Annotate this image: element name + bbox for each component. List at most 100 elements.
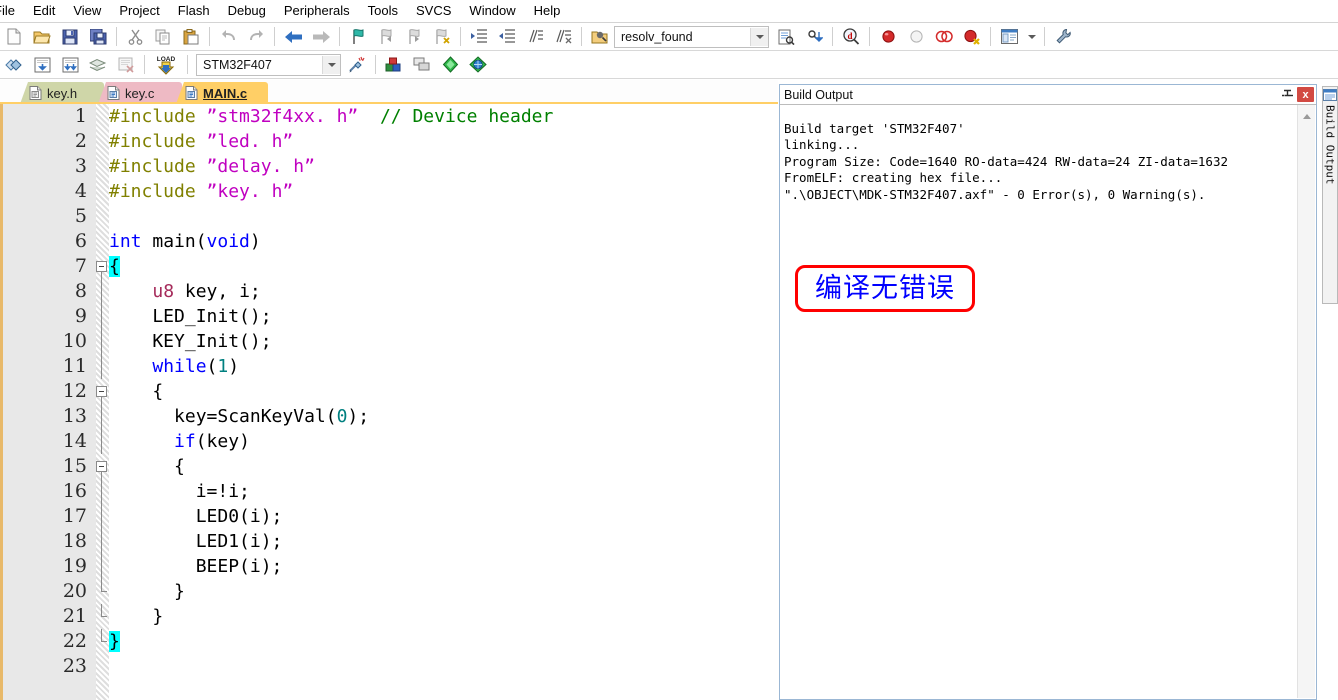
breakpoints-kill-all-icon[interactable] [959,24,985,49]
paste-icon[interactable] [178,24,204,49]
code-line[interactable]: 11 while(1) [3,354,781,379]
code-line[interactable]: 8 u8 key, i; [3,279,781,304]
editor-tab-strip: key.h key.c MAIN.c [0,80,778,104]
new-file-icon[interactable] [1,24,27,49]
code-line[interactable]: 13 key=ScanKeyVal(0); [3,404,781,429]
comment-icon[interactable] [522,24,548,49]
cut-icon[interactable] [122,24,148,49]
fold-collapse-icon[interactable] [96,386,107,397]
menu-item-window[interactable]: Window [460,1,524,21]
code-line[interactable]: 22} [3,629,781,654]
bookmark-prev-icon[interactable] [373,24,399,49]
code-line[interactable]: 18 LED1(i); [3,529,781,554]
menu-item-flash[interactable]: Flash [169,1,219,21]
window-layout-icon[interactable] [996,24,1022,49]
code-line[interactable]: 21 } [3,604,781,629]
navigate-forward-icon[interactable] [308,24,334,49]
indent-icon[interactable] [466,24,492,49]
code-editor[interactable]: 1 #include ”stm32f4xx. h” // Device heade… [0,104,781,700]
translate-icon[interactable] [1,52,27,77]
menu-item-peripherals[interactable]: Peripherals [275,1,359,21]
chevron-down-icon[interactable] [750,27,768,46]
code-line[interactable]: 1 #include ”stm32f4xx. h” // Device heade… [3,104,781,129]
code-line[interactable]: 15 { [3,454,781,479]
breakpoints-disable-all-icon[interactable] [931,24,957,49]
browse-symbols-icon[interactable]: d [838,24,864,49]
fold-collapse-icon[interactable] [96,461,107,472]
code-line[interactable]: 4 #include ”key. h” [3,179,781,204]
undo-icon[interactable] [215,24,241,49]
insert-jump-icon[interactable] [801,24,827,49]
manage-project-items-icon[interactable] [381,52,407,77]
scroll-up-icon[interactable] [1298,109,1315,123]
breakpoint-icon[interactable] [875,24,901,49]
stop-build-icon[interactable] [113,52,139,77]
save-all-icon[interactable] [85,24,111,49]
bookmark-next-icon[interactable] [401,24,427,49]
menu-item-edit[interactable]: Edit [24,1,64,21]
code-line[interactable]: 20 } [3,579,781,604]
rebuild-icon[interactable] [57,52,83,77]
save-icon[interactable] [57,24,83,49]
code-text: } [109,629,120,654]
menu-item-help[interactable]: Help [525,1,570,21]
run-time-env-icon[interactable] [465,52,491,77]
download-icon[interactable]: LOAD [150,52,182,77]
editor-tab-main-c[interactable]: MAIN.c [176,82,268,104]
code-line[interactable]: 12 { [3,379,781,404]
configure-tools-icon[interactable] [1050,24,1076,49]
multi-project-icon[interactable] [409,52,435,77]
code-line[interactable]: 5 [3,204,781,229]
code-line[interactable]: 16 i=!i; [3,479,781,504]
find-in-files-icon[interactable] [590,28,610,46]
line-number: 18 [62,530,87,552]
target-combo[interactable]: STM32F407 [196,53,341,76]
target-options-icon[interactable] [344,52,370,77]
build-icon[interactable] [29,52,55,77]
menu-item-project[interactable]: Project [110,1,168,21]
redo-icon[interactable] [243,24,269,49]
navigate-back-icon[interactable] [280,24,306,49]
menu-item-file[interactable]: File [0,1,24,21]
find-input[interactable]: resolv_found [615,28,699,46]
code-line[interactable]: 23 [3,654,781,679]
target-value[interactable]: STM32F407 [197,56,278,74]
code-line[interactable]: 9 LED_Init(); [3,304,781,329]
pack-installer-icon[interactable] [437,52,463,77]
fold-collapse-icon[interactable] [96,261,107,272]
bookmark-toggle-icon[interactable] [345,24,371,49]
right-dock-build-output-tab[interactable]: Build Output [1322,86,1338,304]
pin-icon[interactable] [1279,87,1295,102]
code-line[interactable]: 2 #include ”led. h” [3,129,781,154]
editor-tab-key-c[interactable]: key.c [98,82,182,104]
build-output-scrollbar[interactable] [1297,105,1315,698]
window-layout-dropdown-icon[interactable] [1024,24,1039,49]
uncomment-icon[interactable] [550,24,576,49]
menu-item-view[interactable]: View [64,1,110,21]
code-line[interactable]: 3 #include ”delay. h” [3,154,781,179]
editor-tab-key-h[interactable]: key.h [20,82,104,104]
code-lines[interactable]: 1 #include ”stm32f4xx. h” // Device heade… [3,104,781,700]
outdent-icon[interactable] [494,24,520,49]
code-line[interactable]: 17 LED0(i); [3,504,781,529]
close-icon[interactable]: x [1297,87,1314,102]
find-combo[interactable]: resolv_found [614,25,769,48]
menu-item-debug[interactable]: Debug [219,1,275,21]
chevron-down-icon[interactable] [322,55,340,74]
code-line[interactable]: 19 BEEP(i); [3,554,781,579]
menu-item-svcs[interactable]: SVCS [407,1,460,21]
find-in-files-list-icon[interactable] [773,24,799,49]
line-number: 9 [74,305,87,327]
bookmark-clear-icon[interactable] [429,24,455,49]
code-line[interactable]: 7{ [3,254,781,279]
menu-item-tools[interactable]: Tools [359,1,407,21]
code-line[interactable]: 6 int main(void) [3,229,781,254]
copy-icon[interactable] [150,24,176,49]
breakpoint-disable-icon[interactable] [903,24,929,49]
batch-build-icon[interactable] [85,52,111,77]
open-file-icon[interactable] [29,24,55,49]
code-line[interactable]: 10 KEY_Init(); [3,329,781,354]
code-line[interactable]: 14 if(key) [3,429,781,454]
